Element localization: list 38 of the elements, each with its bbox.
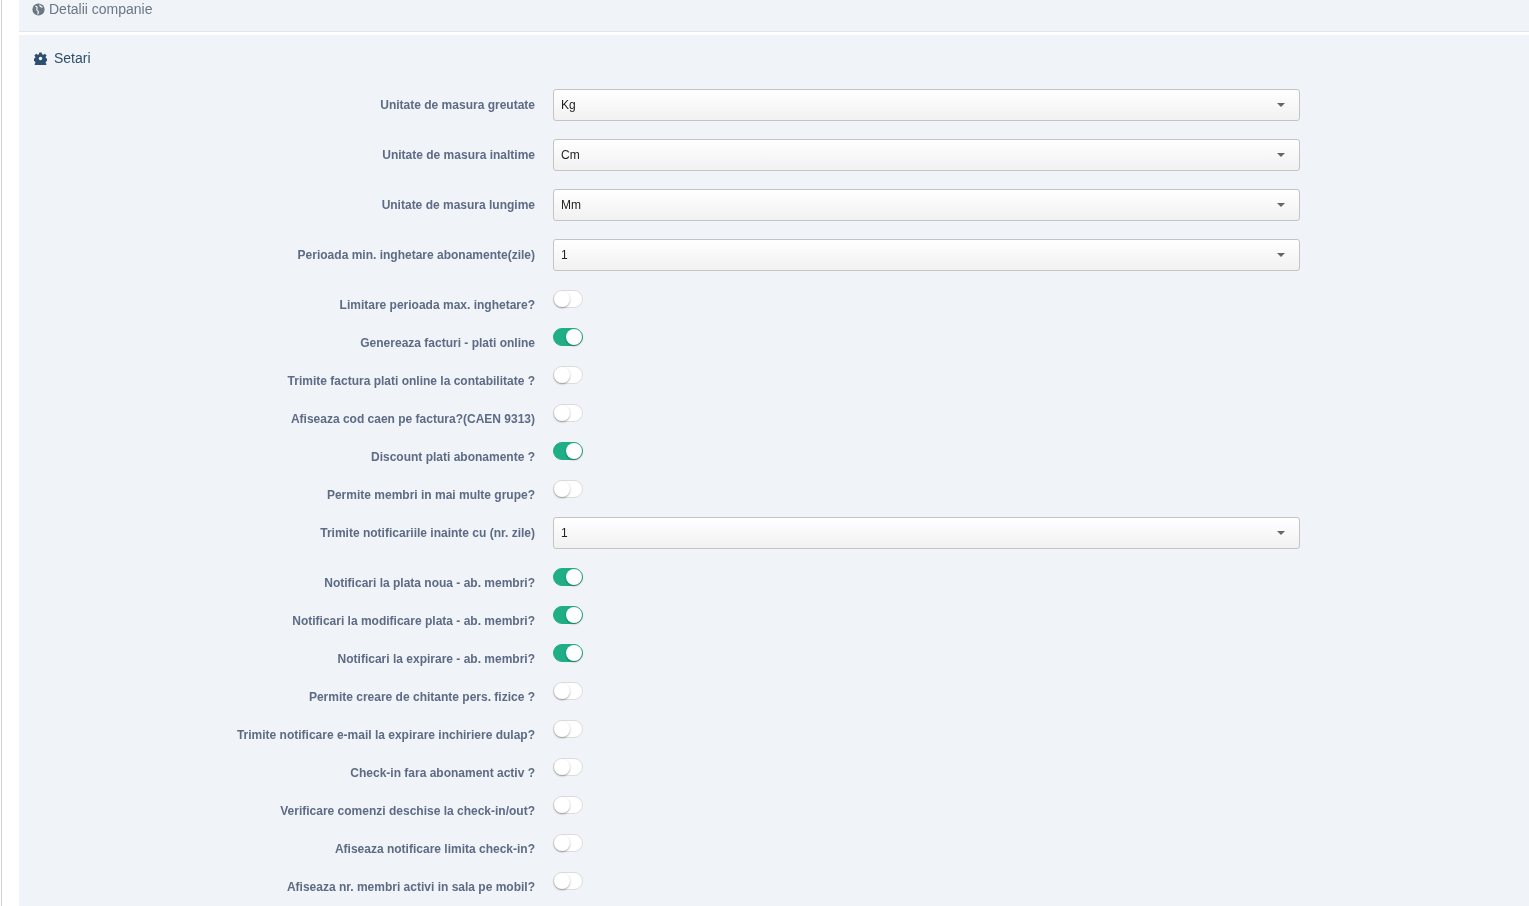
dropdown-field[interactable]: Kg xyxy=(553,89,1300,121)
setting-label: Trimite notificare e-mail la expirare inchiriere dulap? xyxy=(235,727,535,744)
dropdown-field[interactable]: Cm xyxy=(553,139,1300,171)
toggle-switch[interactable] xyxy=(553,442,583,460)
setting-label: Notificari la modificare plata - ab. membri? xyxy=(291,613,535,630)
setting-label: Afiseaza notificare limita check-in? xyxy=(333,841,535,858)
setting-label: Unitate de masura inaltime xyxy=(381,147,535,164)
caret-icon xyxy=(1277,203,1285,207)
setting-label: Genereaza facturi - plati online xyxy=(359,335,535,352)
setting-label: Perioada min. inghetare abonamente(zile) xyxy=(296,247,535,264)
setting-label: Trimite notificariile inainte cu (nr. zile) xyxy=(319,525,535,542)
caret-icon xyxy=(1277,153,1285,157)
gear-icon xyxy=(34,51,47,65)
dropdown-field[interactable]: Mm xyxy=(553,189,1300,221)
setting-label: Trimite factura plati online la contabilitate ? xyxy=(286,373,535,390)
panel-title[interactable]: Detalii companie xyxy=(49,0,153,18)
setting-label: Check-in fara abonament activ ? xyxy=(349,765,535,782)
toggle-switch[interactable] xyxy=(553,644,583,662)
dropdown-field[interactable]: 1 xyxy=(553,239,1300,271)
toggle-switch[interactable] xyxy=(553,328,583,346)
setting-label: Unitate de masura greutate xyxy=(379,97,535,114)
dropdown-field[interactable]: 1 xyxy=(553,517,1300,549)
setting-label: Permite membri in mai multe grupe? xyxy=(325,487,535,504)
caret-icon xyxy=(1277,103,1285,107)
setting-label: Afiseaza nr. membri activi in sala pe mobil? xyxy=(285,879,535,896)
toggle-switch[interactable] xyxy=(553,568,583,586)
caret-icon xyxy=(1277,531,1285,535)
caret-icon xyxy=(1277,253,1285,257)
toggle-switch[interactable] xyxy=(553,606,583,624)
setting-label: Permite creare de chitante pers. fizice ? xyxy=(307,689,535,706)
setting-label: Notificari la expirare - ab. membri? xyxy=(336,651,535,668)
setting-label: Afiseaza cod caen pe factura?(CAEN 9313) xyxy=(289,411,535,428)
setting-label: Unitate de masura lungime xyxy=(380,197,535,214)
setting-label: Limitare perioada max. inghetare? xyxy=(338,297,535,314)
setting-label: Notificari la plata noua - ab. membri? xyxy=(323,575,535,592)
panel-title[interactable]: Setari xyxy=(54,50,91,66)
setting-label: Verificare comenzi deschise la check-in/out? xyxy=(279,803,535,820)
setting-label: Discount plati abonamente ? xyxy=(370,449,535,466)
